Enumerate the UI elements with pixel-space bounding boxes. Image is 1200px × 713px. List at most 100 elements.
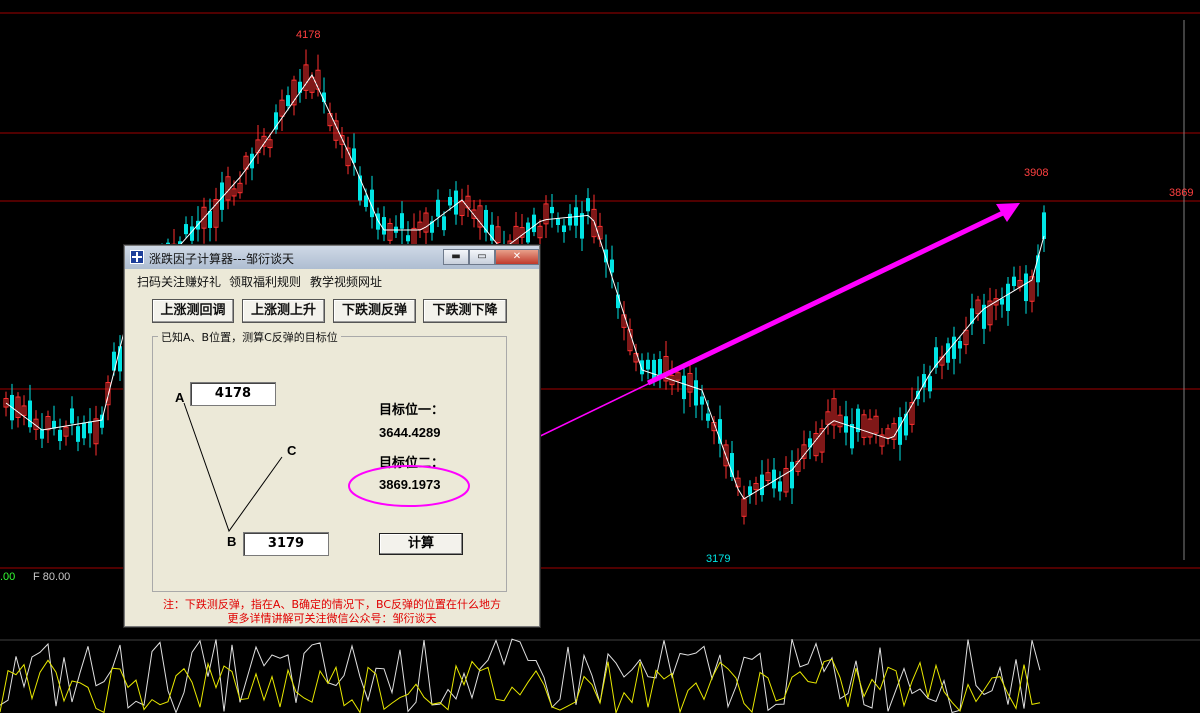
candle (213, 187, 219, 242)
candle (790, 450, 794, 504)
indicator-panel (0, 638, 1041, 713)
candle (556, 212, 560, 233)
candle (45, 410, 51, 444)
candle (904, 401, 908, 441)
candle (987, 287, 993, 332)
candle (586, 188, 590, 225)
candle (718, 405, 722, 458)
target1-label: 目标位一： (379, 402, 445, 417)
candle (939, 345, 945, 380)
candle (76, 416, 80, 452)
candle (970, 293, 974, 336)
candle (1024, 265, 1028, 314)
candle (825, 399, 831, 435)
candle (543, 195, 549, 238)
candle (597, 212, 603, 248)
candle (82, 415, 86, 446)
candle (885, 424, 891, 445)
candle (831, 389, 837, 439)
candle (70, 396, 74, 436)
candle (873, 409, 879, 444)
candle (850, 408, 854, 455)
candle (682, 363, 686, 414)
candle (706, 400, 710, 429)
price-low-label: 3179 (706, 553, 731, 565)
candle (358, 166, 362, 206)
candle (322, 77, 326, 114)
candle (562, 218, 566, 243)
candle (279, 89, 285, 132)
candle (580, 201, 584, 252)
candle (694, 367, 698, 418)
candle (303, 49, 309, 99)
candle (928, 365, 932, 399)
candle (621, 301, 627, 341)
calculate-button[interactable]: 计算 (379, 533, 463, 555)
candle (484, 205, 488, 242)
candle (765, 458, 771, 486)
candle (934, 337, 938, 374)
candle (993, 289, 999, 321)
candle (856, 404, 860, 442)
candle (459, 188, 465, 226)
candle (333, 112, 339, 149)
calculator-window: 涨跌因子计算器---邹衍谈天 ▬ ▭ ✕ 扫码关注赚好礼 领取福利规则 教学视频… (123, 244, 541, 628)
candle (201, 197, 207, 244)
target1-value: 3644.4289 (379, 425, 441, 440)
target-arrow (469, 203, 1020, 471)
candle (898, 407, 902, 461)
price-recent-label: 3908 (1024, 167, 1049, 179)
candle (243, 151, 249, 185)
point-a-label: A (175, 390, 185, 405)
point-a-input[interactable]: 4178 (190, 382, 276, 406)
candle (495, 216, 501, 247)
candle (591, 194, 597, 244)
candle (658, 351, 662, 389)
candle (844, 400, 848, 446)
candle (879, 428, 885, 455)
candle (819, 419, 825, 463)
candle (772, 457, 776, 498)
candle (255, 125, 261, 164)
note-line-2: 更多详情讲解可关注微信公众号：邹衍谈天 (227, 612, 437, 625)
candle (52, 405, 56, 436)
candle (778, 471, 782, 501)
candle (669, 360, 675, 396)
candle (550, 193, 554, 228)
candle (417, 210, 423, 238)
indicator-value-left: .00 (0, 571, 16, 583)
candle (958, 335, 962, 364)
indicator-line-yellow (0, 658, 1041, 713)
candle (28, 384, 32, 433)
candle (382, 206, 386, 242)
candle (436, 189, 440, 228)
point-b-label: B (227, 534, 237, 549)
candle (867, 409, 873, 445)
candle (646, 352, 650, 380)
candle (663, 341, 669, 390)
candle (400, 201, 404, 245)
candle (58, 418, 62, 450)
candle (532, 207, 536, 237)
candle (88, 408, 92, 448)
candle (21, 395, 27, 426)
candle (760, 460, 764, 502)
candle (861, 409, 867, 446)
candle (40, 413, 44, 449)
point-b-input[interactable]: 3179 (243, 532, 329, 556)
candle (837, 405, 843, 433)
candle (741, 485, 747, 525)
candle (946, 337, 950, 370)
indicator-line-white (0, 638, 1041, 713)
candle (1006, 276, 1010, 326)
candle (387, 218, 393, 245)
candle (430, 215, 434, 241)
candle (477, 199, 483, 240)
indicator-f-value: F 80.00 (33, 571, 71, 583)
target2-highlight-ellipse (348, 465, 470, 507)
price-high-label: 4178 (296, 29, 321, 41)
candle (687, 360, 693, 408)
candle (952, 326, 956, 375)
target-level-label: 3869 (1169, 187, 1194, 199)
candle (1012, 266, 1016, 291)
